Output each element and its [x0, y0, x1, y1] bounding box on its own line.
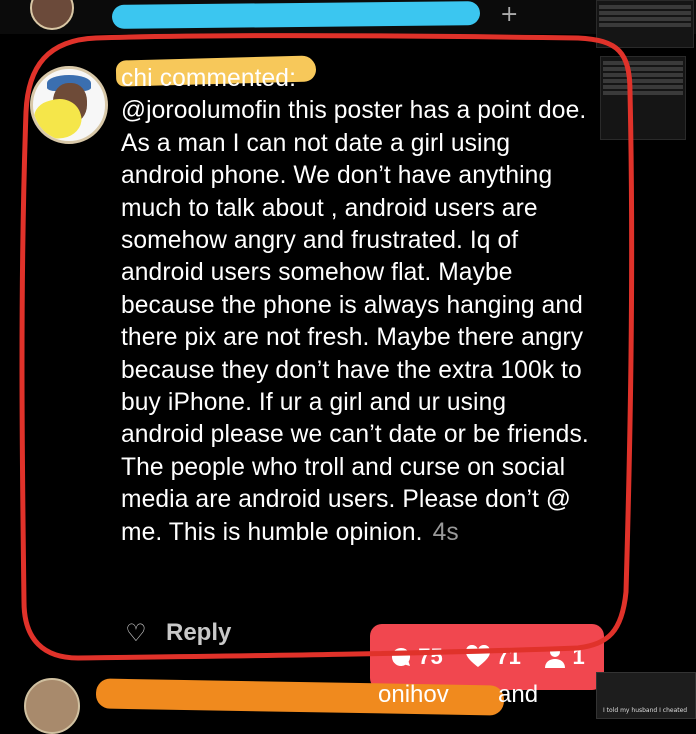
next-commenter-avatar[interactable]	[24, 678, 80, 734]
follower-count-value: 1	[572, 644, 585, 669]
bottom-right-thumbnail: I told my husband I cheated	[596, 672, 696, 719]
thumbnail-caption: I told my husband I cheated	[603, 707, 688, 714]
comment-author[interactable]: chi	[121, 65, 153, 92]
commenter-avatar[interactable]	[30, 66, 108, 144]
next-comment-text-fragment: and	[498, 681, 539, 708]
top-redaction-mark	[111, 1, 481, 29]
side-thumbnail	[600, 56, 686, 140]
comment-count-value: 75	[418, 644, 443, 669]
like-count: 71	[465, 644, 521, 670]
like-heart-icon[interactable]: ♡	[122, 619, 150, 647]
like-count-value: 71	[496, 644, 521, 669]
follower-count: 1	[543, 644, 585, 670]
heart-icon	[466, 645, 491, 667]
person-icon	[545, 647, 566, 668]
comment-time: 4s	[432, 518, 459, 546]
side-thumbnail	[596, 0, 694, 48]
comment-body: @joroolumofin this poster has a point do…	[121, 97, 589, 546]
comment-verb: commented:	[159, 65, 297, 92]
comment-count: 75	[389, 644, 443, 670]
next-comment-name-fragment: onihov	[378, 681, 449, 708]
comment-actions: ♡ Reply	[122, 618, 231, 648]
comment-text: chi commented: @joroolumofin this poster …	[121, 63, 591, 549]
comment-bubble-icon	[392, 648, 411, 666]
plus-icon: +	[500, 2, 519, 27]
reply-button[interactable]: Reply	[166, 619, 231, 647]
